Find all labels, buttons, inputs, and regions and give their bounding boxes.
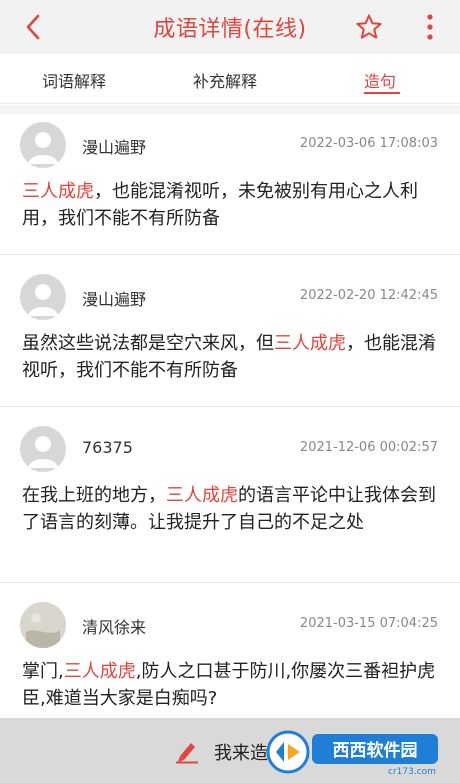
tab-example-sentences[interactable]: 造句 — [364, 68, 396, 92]
idiom-highlight: 三人成虎 — [166, 485, 238, 506]
sentence-text: 掌门, — [22, 661, 64, 682]
tab-supplementary-explanation[interactable]: 补充解释 — [193, 68, 257, 92]
example-sentence: 在我上班的地方，三人成虎的语言平论中让我体会到了语言的刻薄。让我提升了自己的不足… — [22, 482, 438, 536]
idiom-highlight: 三人成虎 — [22, 181, 94, 202]
idiom-highlight: 三人成虎 — [274, 333, 346, 354]
pen-icon — [176, 743, 198, 764]
sentence-entry: 漫山遍野 2022-02-20 12:42:45 虽然这些说法都是空穴来风，但三… — [0, 274, 460, 404]
default-avatar-icon — [28, 284, 58, 316]
page-title: 成语详情(在线) — [153, 17, 307, 42]
tab-bar: 词语解释 补充解释 造句 — [0, 54, 460, 104]
app-header: 成语详情(在线) — [0, 0, 460, 54]
username[interactable]: 漫山遍野 — [82, 134, 146, 158]
watermark-text: 西西软件园 — [333, 740, 418, 761]
star-outline-icon — [356, 14, 382, 39]
sentence-entry: 清风徐来 2021-03-15 07:04:25 掌门,三人成虎,防人之口甚于防… — [0, 602, 460, 718]
more-menu-button[interactable] — [416, 10, 444, 44]
example-sentence: 掌门,三人成虎,防人之口甚于防川,你屡次三番袒护虎臣,难道当大家是白痴吗? — [22, 658, 438, 712]
user-photo-avatar-icon — [20, 602, 66, 648]
active-tab-indicator — [364, 92, 400, 94]
divider — [0, 254, 460, 255]
favorite-button[interactable] — [352, 10, 386, 44]
username[interactable]: 清风徐来 — [82, 614, 146, 638]
username[interactable]: 漫山遍野 — [82, 286, 146, 310]
timestamp: 2021-12-06 00:02:57 — [299, 440, 438, 455]
sentence-text: 在我上班的地方， — [22, 485, 166, 506]
tab-word-explanation[interactable]: 词语解释 — [42, 68, 106, 92]
idiom-highlight: 三人成虎 — [63, 661, 136, 682]
divider — [0, 582, 460, 583]
sentence-entry: 76375 2021-12-06 00:02:57 在我上班的地方，三人成虎的语… — [0, 426, 460, 576]
sentence-entry: 漫山遍野 2022-03-06 17:08:03 三人成虎，也能混淆视听，未免被… — [0, 122, 460, 252]
example-sentence: 三人成虎，也能混淆视听，未免被别有用心之人利用，我们不能不有所防备 — [22, 178, 438, 232]
timestamp: 2022-03-06 17:08:03 — [299, 136, 438, 151]
sentence-text: 虽然这些说法都是空穴来风，但 — [22, 333, 274, 354]
avatar[interactable] — [20, 602, 66, 648]
default-avatar-icon — [28, 132, 58, 164]
watermark-sub: cr173.com — [388, 767, 436, 776]
watermark-logo: 西西软件园 cr173.com — [266, 730, 438, 776]
divider — [0, 406, 460, 407]
avatar[interactable] — [20, 426, 66, 472]
example-sentence: 虽然这些说法都是空穴来风，但三人成虎，也能混淆视听，我们不能不有所防备 — [22, 330, 438, 384]
timestamp: 2021-03-15 07:04:25 — [299, 616, 438, 631]
avatar[interactable] — [20, 274, 66, 320]
timestamp: 2022-02-20 12:42:45 — [299, 288, 438, 303]
username[interactable]: 76375 — [82, 438, 133, 457]
avatar[interactable] — [20, 122, 66, 168]
default-avatar-icon — [28, 436, 58, 468]
section-gap — [0, 105, 460, 115]
more-vertical-icon — [427, 14, 433, 40]
